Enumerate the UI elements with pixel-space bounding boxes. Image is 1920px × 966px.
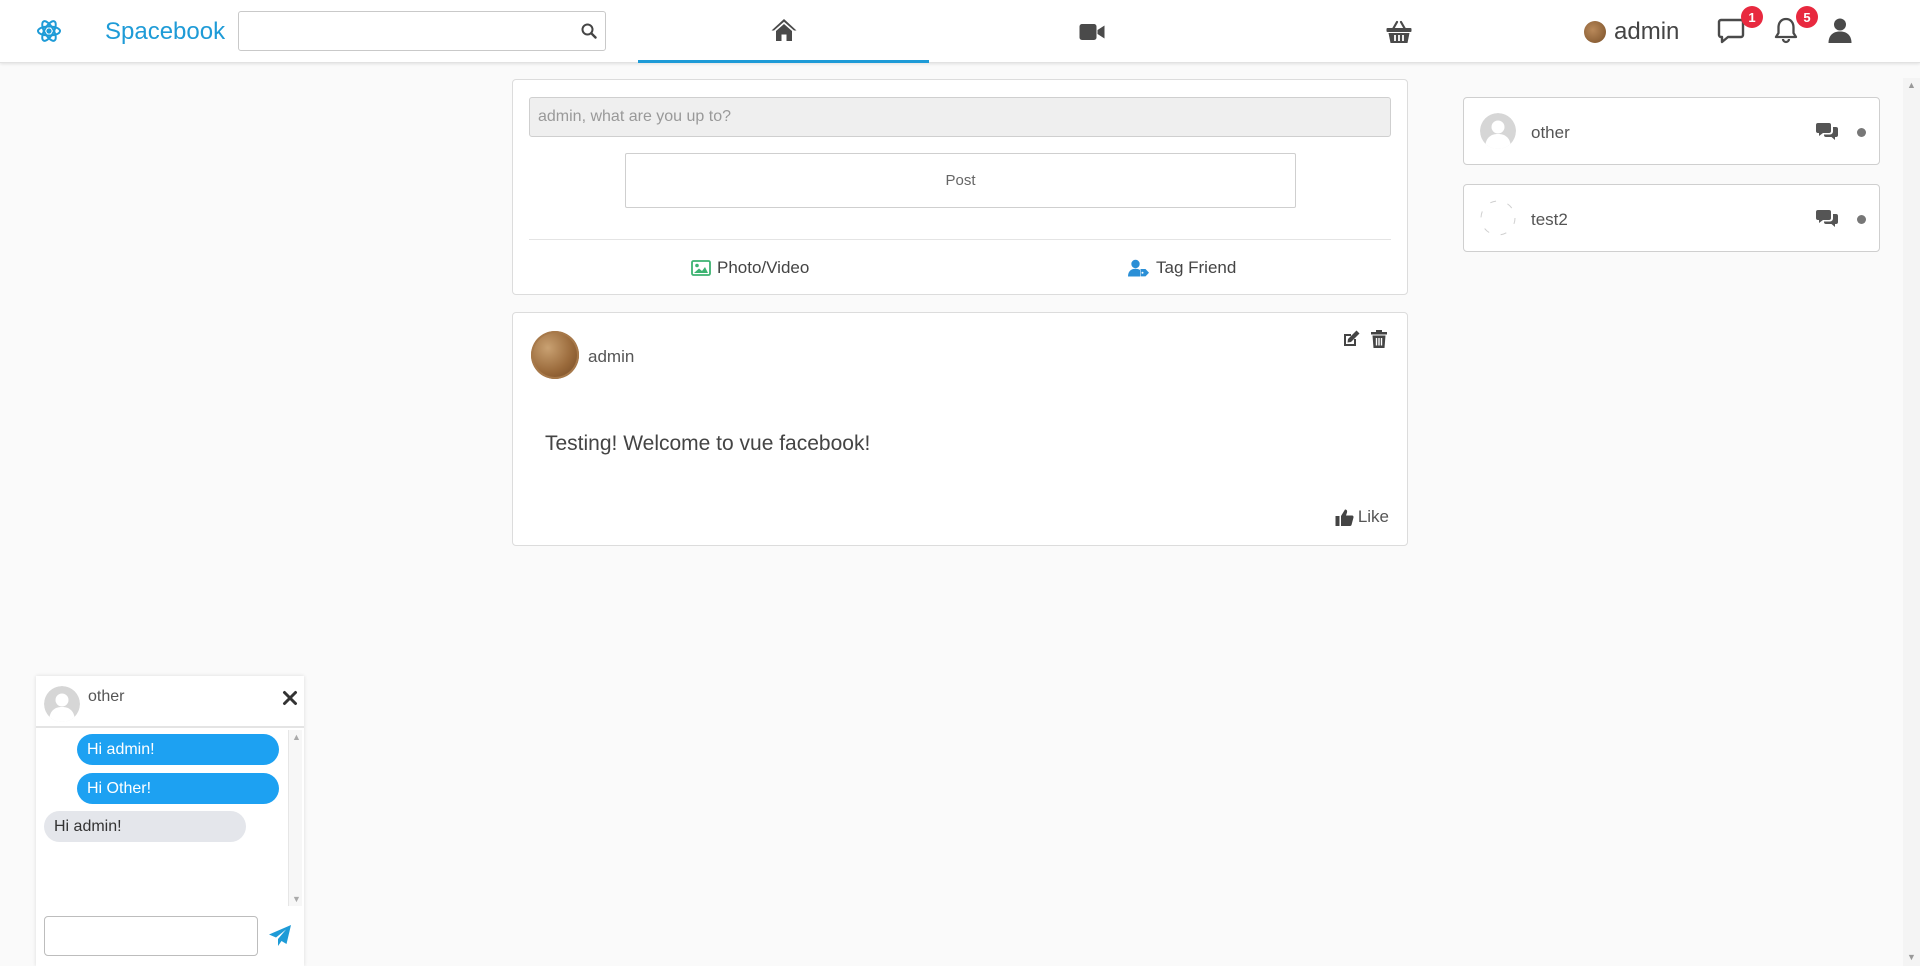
close-icon[interactable] [282, 690, 298, 706]
avatar [44, 686, 80, 722]
image-icon [691, 260, 711, 276]
message-text: Hi admin! [54, 817, 122, 835]
home-icon [771, 19, 796, 41]
avatar [1480, 113, 1516, 149]
shopping-basket-icon [1386, 20, 1411, 43]
tag-friend-button[interactable]: Tag Friend [1127, 258, 1236, 278]
trash-icon[interactable] [1369, 329, 1389, 349]
messages-count-badge: 1 [1741, 6, 1763, 28]
user-tag-icon [1128, 259, 1149, 277]
tag-friend-label: Tag Friend [1156, 258, 1237, 277]
chat-message: Hi admin! [77, 734, 279, 765]
top-navbar: Spacebook admin 1 5 [0, 0, 1920, 63]
message-text: Hi Other! [87, 779, 152, 797]
account-button[interactable] [1826, 16, 1856, 46]
chat-message-input[interactable] [44, 916, 258, 956]
paper-plane-icon[interactable] [268, 924, 292, 948]
default-user-icon [44, 686, 80, 722]
photo-video-label: Photo/Video [717, 258, 810, 277]
avatar [1584, 21, 1606, 43]
tab-marketplace[interactable] [1253, 0, 1544, 63]
photo-video-button[interactable]: Photo/Video [691, 258, 809, 278]
chat-contact-name: other [88, 688, 125, 705]
search-icon[interactable] [581, 23, 597, 39]
user-profile-link[interactable]: admin [1584, 18, 1679, 46]
scroll-up-arrow-icon[interactable]: ▲ [292, 732, 301, 742]
messages-button[interactable]: 1 [1717, 6, 1763, 46]
comments-icon[interactable] [1816, 122, 1838, 142]
avatar [1480, 200, 1516, 236]
user-name: admin [1614, 18, 1680, 45]
post-card: admin Testing! Welcome to vue facebook! … [512, 312, 1408, 546]
page-scrollbar[interactable]: ▲ ▼ [1903, 78, 1920, 966]
tab-watch[interactable] [946, 0, 1237, 63]
like-button[interactable]: Like [1335, 507, 1389, 527]
tab-home[interactable] [638, 0, 929, 63]
chat-header: other [36, 676, 304, 728]
post-tools [1341, 329, 1389, 349]
online-status-dot [1857, 128, 1866, 137]
chat-messages: Hi admin! Hi Other! Hi admin! [36, 730, 288, 906]
contact-name: test2 [1531, 210, 1568, 229]
like-label: Like [1357, 507, 1389, 526]
contact-name: other [1531, 123, 1570, 142]
contact-item[interactable]: test2 [1463, 184, 1880, 252]
post-author[interactable]: admin [588, 347, 634, 367]
message-text: Hi admin! [87, 740, 155, 758]
atom-icon[interactable] [36, 18, 62, 44]
avatar[interactable] [531, 331, 579, 379]
search-input[interactable] [239, 12, 569, 50]
scroll-up-arrow-icon[interactable]: ▲ [1907, 80, 1916, 90]
chat-window: other Hi admin! Hi Other! Hi admin! ▲ ▼ [36, 676, 304, 966]
notifications-button[interactable]: 5 [1772, 6, 1818, 46]
post-button[interactable]: Post [625, 153, 1296, 208]
contact-item[interactable]: other [1463, 97, 1880, 165]
search-box [238, 11, 606, 51]
comments-icon[interactable] [1816, 209, 1838, 229]
chat-scrollbar[interactable]: ▲ ▼ [288, 730, 302, 906]
divider [529, 239, 1391, 240]
chat-message: Hi Other! [77, 773, 279, 804]
chat-message: Hi admin! [44, 811, 246, 842]
default-user-icon [1480, 113, 1516, 149]
user-icon [1828, 18, 1852, 43]
scroll-down-arrow-icon[interactable]: ▼ [292, 894, 301, 904]
thumbs-up-icon [1335, 509, 1354, 526]
online-status-dot [1857, 215, 1866, 224]
notifications-count-badge: 5 [1796, 6, 1818, 28]
broken-image-icon [1480, 200, 1516, 236]
video-camera-icon [1079, 23, 1104, 40]
status-input[interactable] [529, 97, 1391, 137]
post-composer: Post Photo/Video Tag Friend [512, 79, 1408, 295]
brand-name[interactable]: Spacebook [105, 18, 225, 46]
post-text: Testing! Welcome to vue facebook! [545, 432, 871, 455]
scroll-down-arrow-icon[interactable]: ▼ [1907, 952, 1916, 962]
edit-icon[interactable] [1341, 329, 1361, 349]
